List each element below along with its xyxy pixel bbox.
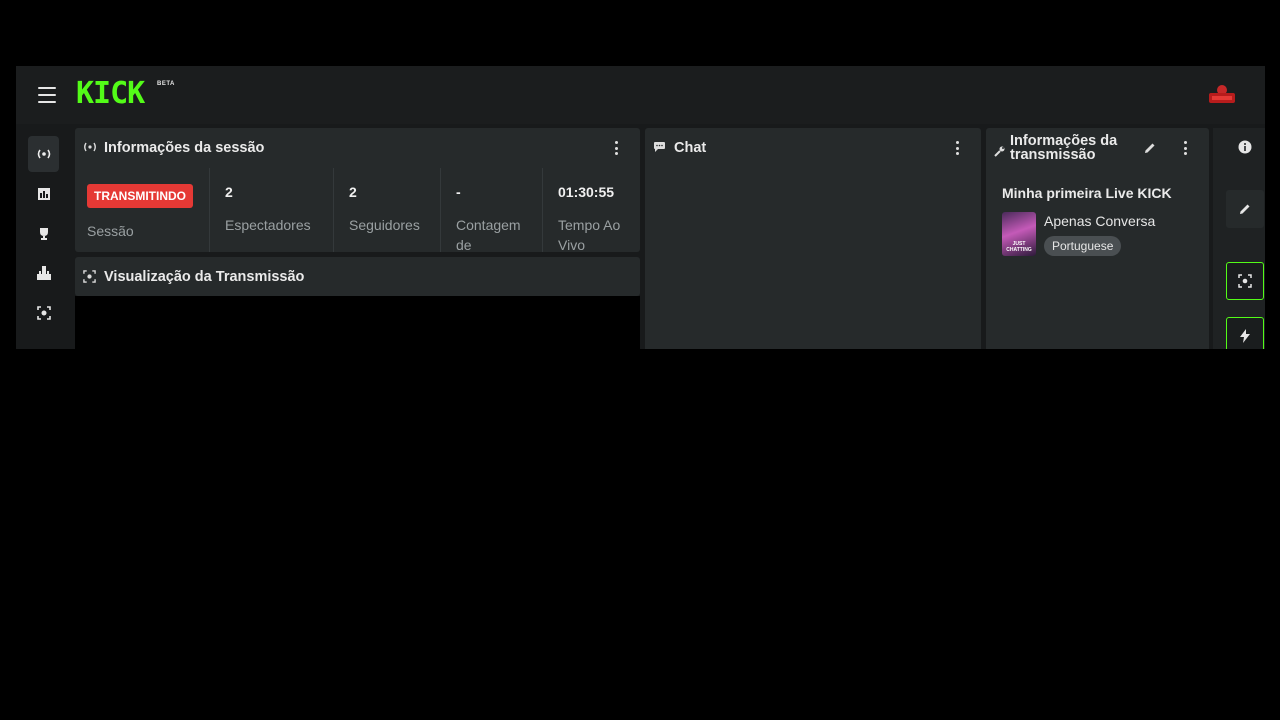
chat-panel: Chat (645, 128, 981, 349)
menu-icon[interactable] (38, 87, 56, 103)
category-thumbnail[interactable]: JUST CHATTING (1002, 212, 1036, 256)
app-window: KICK BETA Informações da sessão TRANSMIT… (16, 66, 1265, 349)
quick-action-button[interactable] (1226, 317, 1264, 349)
panel-title: Informações da sessão (104, 140, 265, 156)
stat-viewers: 2 Espectadores (209, 172, 333, 252)
beta-label: BETA (157, 81, 175, 87)
broadcast-icon (37, 149, 50, 159)
stream-title: Minha primeira Live KICK (1002, 185, 1172, 201)
nav-analytics[interactable] (28, 176, 59, 212)
stream-preview-header: Visualização da Transmissão (75, 257, 640, 296)
stream-info-header: Informações da transmissão (986, 133, 1146, 169)
screen-capture-icon (36, 306, 51, 320)
language-tag: Portuguese (1044, 236, 1122, 256)
screen-capture-icon (83, 269, 97, 284)
stat-count: - Contagem de (440, 172, 542, 253)
user-avatar[interactable] (1207, 81, 1237, 105)
panel-title-line2: transmissão (1010, 147, 1096, 163)
preview-toggle-button[interactable] (1226, 262, 1264, 300)
left-nav-rail (16, 124, 74, 349)
top-bar: KICK BETA (16, 66, 1265, 124)
kick-logo[interactable]: KICK (76, 79, 145, 109)
panel-title: Visualização da Transmissão (104, 268, 305, 285)
right-action-rail (1213, 128, 1265, 349)
edit-button[interactable] (1226, 190, 1264, 228)
stream-preview-area (75, 296, 640, 349)
stat-label: Espectadores (225, 217, 311, 233)
stat-value: 01:30:55 (558, 184, 615, 200)
thumbnail-text: JUST CHATTING (1006, 241, 1032, 253)
panel-title: Chat (674, 140, 707, 156)
chat-header: Chat (645, 128, 981, 168)
stream-preview-panel: Visualização da Transmissão (75, 257, 640, 296)
stat-followers: 2 Seguidores (333, 172, 440, 252)
session-info-panel: Informações da sessão TRANSMITINDO Sessã… (75, 128, 640, 253)
info-icon (1238, 140, 1252, 154)
session-info-header: Informações da sessão (75, 128, 640, 168)
stat-label: Sessão (87, 223, 134, 239)
broadcast-icon (83, 141, 97, 155)
stat-label: Contagem de (456, 217, 521, 253)
nav-preview[interactable] (28, 295, 59, 331)
session-panel-menu-icon[interactable] (609, 139, 623, 157)
category-name[interactable]: Apenas Conversa (1044, 213, 1155, 229)
wrench-icon (994, 144, 1005, 162)
nav-achievements[interactable] (28, 216, 59, 252)
nav-queue[interactable] (28, 255, 59, 291)
pencil-icon[interactable] (1143, 141, 1157, 155)
stream-info-panel: Informações da transmissão Minha primeir… (986, 128, 1209, 349)
trophy-icon (39, 228, 48, 240)
stat-label: Tempo Ao Vivo (558, 217, 621, 253)
pencil-icon (1240, 204, 1250, 214)
stat-value: 2 (349, 184, 357, 200)
chat-panel-menu-icon[interactable] (950, 139, 964, 157)
nav-broadcast[interactable] (28, 136, 59, 172)
queue-icon (36, 266, 51, 280)
stat-session: Sessão (75, 172, 209, 252)
chart-icon (37, 188, 50, 200)
stat-value: 2 (225, 184, 233, 200)
stream-info-menu-icon[interactable] (1178, 139, 1192, 157)
stat-value: - (456, 184, 461, 200)
screen-capture-icon (1238, 274, 1252, 288)
stat-label: Seguidores (349, 217, 420, 233)
lightning-icon (1240, 329, 1250, 343)
chat-bubble-icon (653, 141, 667, 155)
info-button[interactable] (1226, 128, 1264, 166)
stat-live-time: 01:30:55 Tempo Ao Vivo (542, 172, 640, 253)
